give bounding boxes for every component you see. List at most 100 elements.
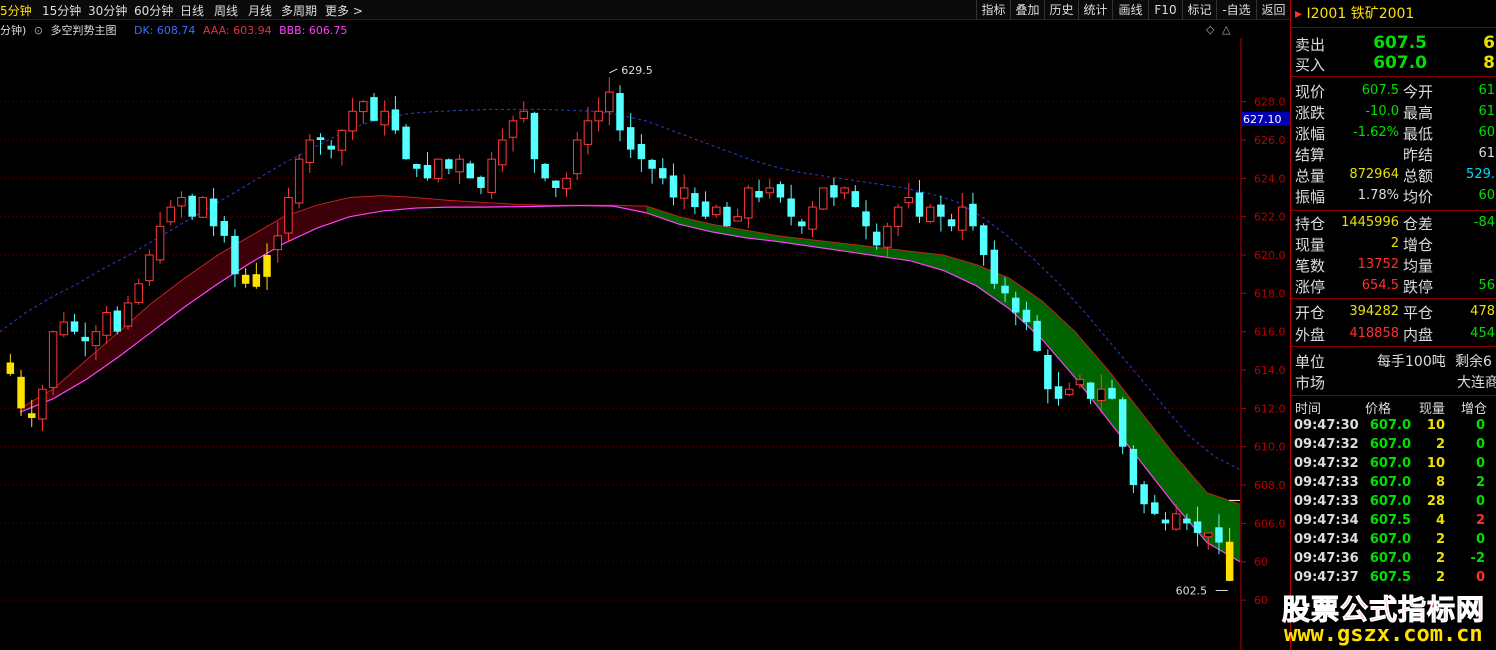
field-value: 2 xyxy=(1390,236,1399,251)
tick-qty: 2 xyxy=(1435,532,1445,547)
candle-body xyxy=(947,219,956,227)
candle-body xyxy=(123,302,133,327)
candle-body xyxy=(391,109,400,131)
y-tick-label: 60 xyxy=(1254,594,1268,607)
quote-row: 笔数 13752 均量 xyxy=(1291,255,1496,276)
candle-body xyxy=(455,158,464,173)
candle-body xyxy=(1097,388,1106,402)
draw-button[interactable]: 画线 xyxy=(1112,0,1148,20)
dk-value: DK: 608.74 xyxy=(134,24,196,37)
tick-row[interactable]: 09:47:32 607.0 10 0 xyxy=(1291,456,1496,475)
candle-body xyxy=(6,362,15,374)
candle-body xyxy=(1044,354,1052,390)
candle-body xyxy=(348,110,357,132)
candle-body xyxy=(605,91,614,113)
candle-body xyxy=(284,197,293,234)
history-button[interactable]: 历史 xyxy=(1044,0,1078,20)
overlay-button[interactable]: 叠加 xyxy=(1010,0,1044,20)
unit-row: 单位 每手100吨 剩余6 xyxy=(1291,351,1496,371)
field-value: 60 xyxy=(1478,125,1495,140)
watchlist-button[interactable]: -自选 xyxy=(1216,0,1256,20)
period-week[interactable]: 周线 xyxy=(214,2,238,19)
tick-price: 607.0 xyxy=(1369,532,1411,547)
candle-body xyxy=(904,197,914,204)
period-more[interactable]: 更多 > xyxy=(325,2,363,19)
candle-body xyxy=(155,225,165,261)
remain-label: 剩余6 xyxy=(1455,354,1492,370)
tick-row[interactable]: 09:47:33 607.0 8 2 xyxy=(1291,475,1496,494)
tick-row[interactable]: 09:47:34 607.0 2 0 xyxy=(1291,532,1496,551)
tick-row[interactable]: 09:47:32 607.0 2 0 xyxy=(1291,437,1496,456)
candle-body xyxy=(102,312,111,336)
candle-body xyxy=(273,235,282,251)
field-label: 平仓 xyxy=(1403,304,1434,322)
period-day[interactable]: 日线 xyxy=(180,2,204,19)
candle-body xyxy=(1033,320,1041,351)
tick-row[interactable]: 09:47:30 607.0 10 0 xyxy=(1291,418,1496,437)
field-label: 涨跌 xyxy=(1295,104,1326,122)
period-60min[interactable]: 60分钟 xyxy=(134,2,173,19)
candle-body xyxy=(402,126,410,160)
candle-body xyxy=(915,192,924,217)
tick-time: 09:47:33 xyxy=(1294,475,1359,490)
candle-body xyxy=(508,120,518,138)
back-button[interactable]: 返回 xyxy=(1256,0,1290,20)
y-tick-label: 60 xyxy=(1254,556,1268,569)
mark-button[interactable]: 标记 xyxy=(1182,0,1216,20)
candle-body xyxy=(145,254,154,282)
up-triangle-icon[interactable]: △ xyxy=(1222,23,1230,36)
candlestick-chart[interactable]: 628.0 626.0 624.0 622.0 620.0 618.0 616.0 614.0… xyxy=(0,20,1290,650)
candle-body xyxy=(1022,309,1031,323)
indicator-name[interactable]: 多空判势主图 xyxy=(51,24,117,37)
unit-label: 单位 xyxy=(1295,353,1326,371)
tick-time: 09:47:34 xyxy=(1294,513,1359,528)
tick-chg: -2 xyxy=(1470,551,1485,566)
tick-row[interactable]: 09:47:33 607.0 28 0 xyxy=(1291,494,1496,513)
unit-value: 每手100吨 xyxy=(1377,354,1446,370)
period-30min[interactable]: 30分钟 xyxy=(88,2,127,19)
tick-qty: 28 xyxy=(1426,494,1445,509)
candle-body xyxy=(1225,541,1234,581)
candle-body xyxy=(70,321,79,332)
stats-button[interactable]: 统计 xyxy=(1078,0,1112,20)
instrument-code: I2001 xyxy=(1306,6,1347,22)
candle-body xyxy=(1151,502,1159,514)
field-label: 笔数 xyxy=(1295,257,1326,275)
period-5min[interactable]: 5分钟 xyxy=(0,2,32,19)
diamond-icon[interactable]: ◇ xyxy=(1206,23,1214,36)
candle-body xyxy=(637,143,646,160)
candle-body xyxy=(616,93,624,131)
period-month[interactable]: 月线 xyxy=(248,2,272,19)
field-label: 最低 xyxy=(1403,125,1434,143)
buy-row[interactable]: 买入 607.0 8 xyxy=(1291,53,1496,75)
tick-qty: 4 xyxy=(1435,513,1445,528)
quote-row: 持仓 1445996 仓差 -84 xyxy=(1291,213,1496,234)
tick-row[interactable]: 09:47:36 607.0 2 -2 xyxy=(1291,551,1496,570)
f10-button[interactable]: F10 xyxy=(1148,0,1182,20)
candle-body xyxy=(969,203,977,227)
tick-chg: 2 xyxy=(1475,475,1485,490)
settings-icon[interactable]: ⊙ xyxy=(34,24,43,37)
sell-row[interactable]: 卖出 607.5 6 xyxy=(1291,33,1496,55)
tick-time: 09:47:37 xyxy=(1294,570,1359,585)
sell-price: 607.5 xyxy=(1373,33,1427,53)
tick-row[interactable]: 09:47:34 607.5 4 2 xyxy=(1291,513,1496,532)
field-value: 1445996 xyxy=(1341,215,1399,230)
tick-time: 09:47:32 xyxy=(1294,456,1359,471)
field-value: 13752 xyxy=(1357,257,1399,272)
period-multi[interactable]: 多周期 xyxy=(281,2,317,19)
tick-row[interactable]: 09:47:37 607.5 2 0 xyxy=(1291,570,1496,589)
candle-body xyxy=(327,145,335,150)
candle-body xyxy=(48,331,58,388)
candle-body xyxy=(1204,532,1213,538)
bbb-value: BBB: 606.75 xyxy=(279,24,348,37)
candle-body xyxy=(1075,379,1085,386)
candle-body xyxy=(498,139,507,166)
period-15min[interactable]: 15分钟 xyxy=(42,2,81,19)
indicator-button[interactable]: 指标 xyxy=(976,0,1010,20)
field-value: 607.5 xyxy=(1361,83,1399,98)
quote-row: 结算 昨结 61 xyxy=(1291,144,1496,165)
field-value: 60 xyxy=(1478,188,1495,203)
candle-body xyxy=(113,310,122,332)
field-label: 最高 xyxy=(1403,104,1434,122)
